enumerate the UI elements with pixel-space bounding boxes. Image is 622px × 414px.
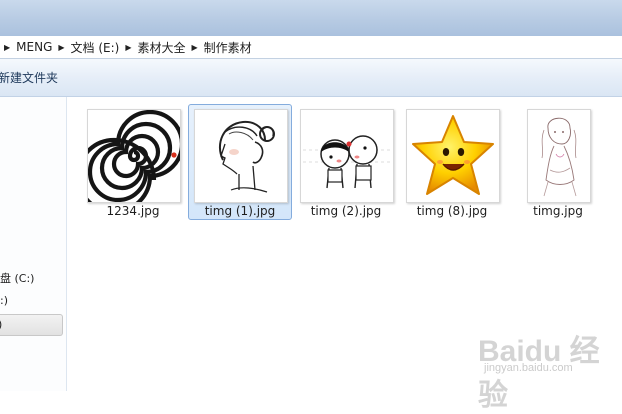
- file-name: timg (1).jpg: [204, 204, 276, 218]
- spiral-icon: [87, 109, 181, 203]
- cartoon-kiss-icon: [300, 109, 394, 203]
- sidebar-item-drive-d[interactable]: :): [0, 294, 8, 307]
- file-item[interactable]: timg (1).jpg: [188, 104, 292, 220]
- navigation-pane: 盘 (C:) :) ): [0, 97, 67, 391]
- file-name: timg (8).jpg: [416, 204, 488, 218]
- anime-girl-icon: [527, 109, 591, 203]
- new-folder-button[interactable]: 新建文件夹: [0, 69, 58, 86]
- file-item[interactable]: timg (8).jpg: [400, 104, 504, 220]
- file-item[interactable]: timg.jpg: [506, 104, 610, 220]
- window-title-bar: [0, 0, 622, 37]
- breadcrumb-meng[interactable]: MENG: [16, 40, 52, 54]
- breadcrumb-documents-drive[interactable]: 文档 (E:): [71, 39, 120, 56]
- sidebar-item-drive-e[interactable]: ): [0, 314, 63, 336]
- file-item[interactable]: 1234.jpg: [81, 104, 185, 220]
- breadcrumb-arrow-icon[interactable]: ▶: [4, 43, 10, 52]
- address-bar[interactable]: ▶ MENG ▶ 文档 (E:) ▶ 素材大全 ▶ 制作素材: [0, 36, 622, 59]
- breadcrumb-material-collection[interactable]: 素材大全: [138, 39, 186, 56]
- file-name: 1234.jpg: [106, 204, 160, 218]
- watermark-url: jingyan.baidu.com: [484, 362, 573, 374]
- command-toolbar: 新建文件夹: [0, 59, 622, 97]
- file-name: timg (2).jpg: [310, 204, 382, 218]
- breadcrumb-production-material[interactable]: 制作素材: [204, 39, 252, 56]
- breadcrumb-arrow-icon[interactable]: ▶: [125, 43, 131, 52]
- girl-sketch-icon: [194, 109, 288, 203]
- breadcrumb-arrow-icon[interactable]: ▶: [192, 43, 198, 52]
- sidebar-item-drive-c[interactable]: 盘 (C:): [0, 270, 34, 286]
- smiley-star-icon: [406, 109, 500, 203]
- file-item[interactable]: timg (2).jpg: [294, 104, 398, 220]
- baidu-watermark-logo: Baidu 经验 jingyan.baidu.com: [478, 326, 618, 412]
- breadcrumb-arrow-icon[interactable]: ▶: [58, 43, 64, 52]
- file-name: timg.jpg: [533, 204, 583, 218]
